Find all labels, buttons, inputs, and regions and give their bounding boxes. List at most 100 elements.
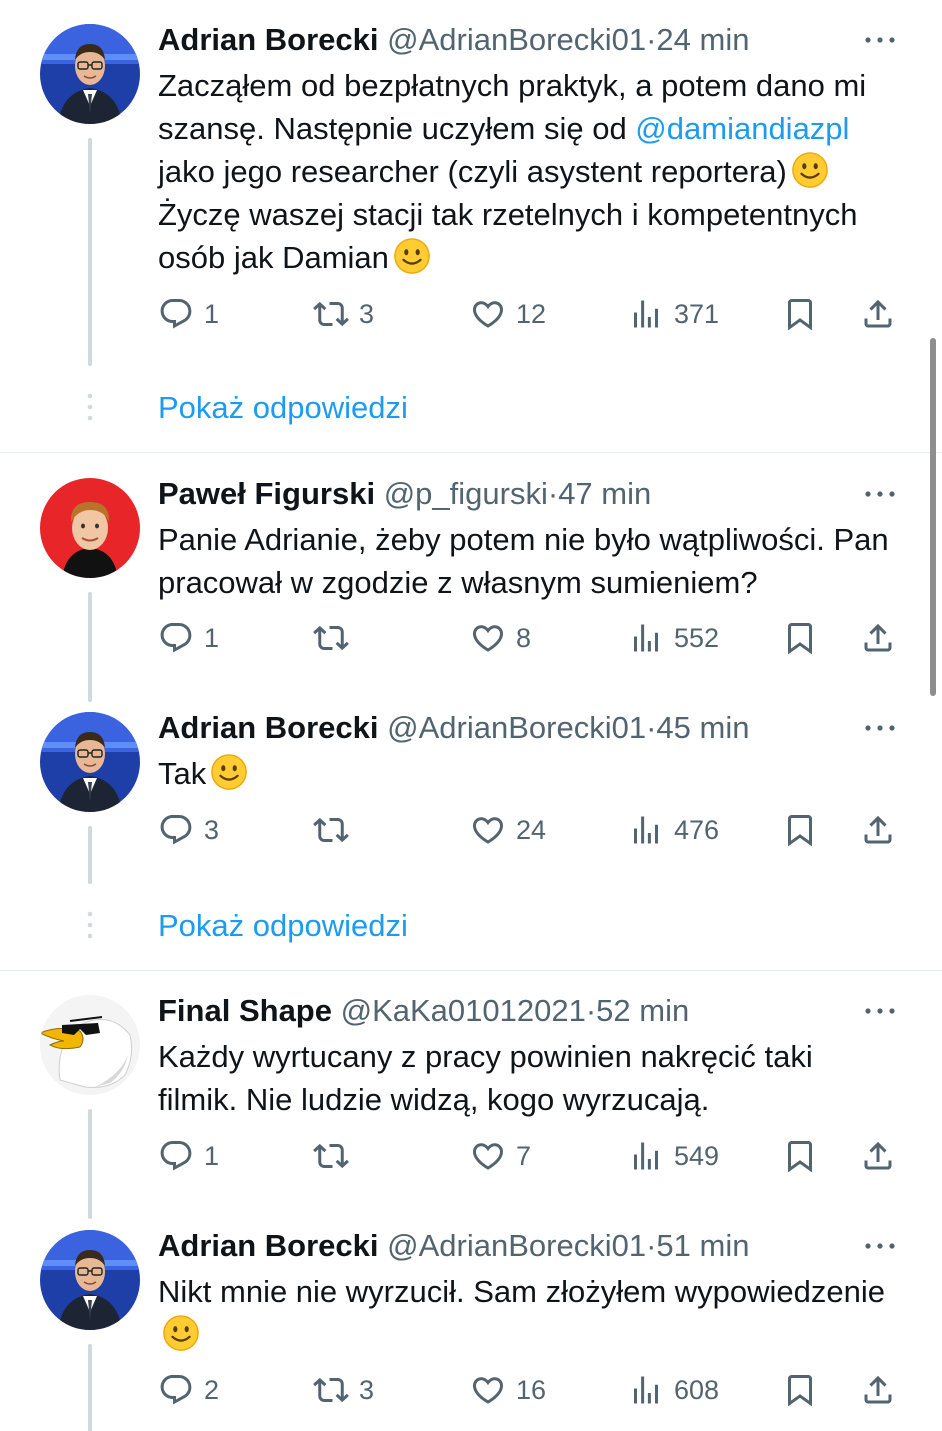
views-button[interactable]: 552 — [628, 616, 719, 660]
smile-emoji-icon — [791, 151, 829, 189]
avatar[interactable] — [40, 712, 140, 812]
display-name[interactable]: Adrian Borecki — [158, 1228, 379, 1263]
more-replies-dots-icon — [87, 911, 93, 939]
more-options-icon[interactable] — [860, 20, 900, 60]
views-chart-icon — [628, 620, 664, 656]
like-button[interactable]: 24 — [470, 808, 546, 852]
user-handle[interactable]: @AdrianBorecki01 — [387, 710, 646, 745]
like-count: 8 — [516, 622, 532, 653]
separator-dot: · — [585, 993, 597, 1028]
tweet-actions: 3 24 476 — [0, 808, 942, 852]
user-handle[interactable]: @p_figurski — [384, 476, 548, 511]
tweet-actions: 2 3 16 608 — [0, 1368, 942, 1412]
more-options-icon[interactable] — [860, 991, 900, 1031]
timestamp[interactable]: 51 min — [656, 1228, 749, 1263]
reply-icon — [158, 296, 194, 332]
like-button[interactable]: 12 — [470, 292, 546, 336]
share-button[interactable] — [860, 1134, 896, 1178]
share-icon — [860, 1372, 896, 1408]
retweet-button[interactable]: 3 — [313, 292, 374, 336]
reply-button[interactable]: 1 — [158, 1134, 219, 1178]
views-button[interactable]: 549 — [628, 1134, 719, 1178]
bookmark-button[interactable] — [782, 292, 818, 336]
views-button[interactable]: 608 — [628, 1368, 719, 1412]
like-button[interactable]: 8 — [470, 616, 531, 660]
timestamp[interactable]: 47 min — [558, 476, 651, 511]
reply-count: 2 — [204, 1374, 220, 1405]
share-button[interactable] — [860, 616, 896, 660]
avatar[interactable] — [40, 995, 140, 1095]
retweet-icon — [313, 1372, 349, 1408]
timestamp[interactable]: 52 min — [596, 993, 689, 1028]
views-button[interactable]: 371 — [628, 292, 719, 336]
smile-emoji-icon — [210, 753, 248, 791]
like-button[interactable]: 16 — [470, 1368, 546, 1412]
more-options-icon[interactable] — [860, 708, 900, 748]
reply-button[interactable]: 1 — [158, 616, 219, 660]
retweet-icon — [313, 812, 349, 848]
retweet-button[interactable] — [313, 1134, 359, 1178]
show-replies-link[interactable]: Pokaż odpowiedzi — [158, 388, 408, 428]
heart-icon — [470, 812, 506, 848]
retweet-button[interactable]: 3 — [313, 1368, 374, 1412]
views-count: 549 — [674, 1140, 720, 1171]
tweet-text: Panie Adrianie, żeby potem nie było wątp… — [158, 522, 889, 600]
show-replies-link[interactable]: Pokaż odpowiedzi — [158, 906, 408, 946]
mention-link[interactable]: @damiandiazpl — [635, 111, 849, 146]
bookmark-button[interactable] — [782, 616, 818, 660]
avatar[interactable] — [40, 478, 140, 578]
tweet-header: Adrian Borecki @AdrianBorecki01·51 min — [158, 1226, 749, 1266]
user-handle[interactable]: @AdrianBorecki01 — [387, 22, 646, 57]
views-count: 608 — [674, 1374, 720, 1405]
retweet-button[interactable] — [313, 616, 359, 660]
avatar[interactable] — [40, 24, 140, 124]
display-name[interactable]: Adrian Borecki — [158, 22, 379, 57]
tweet-text: Tak — [158, 752, 898, 795]
scrollbar[interactable] — [930, 338, 936, 696]
separator-dot: · — [646, 710, 657, 745]
views-chart-icon — [628, 1138, 664, 1174]
more-options-icon[interactable] — [860, 474, 900, 514]
views-chart-icon — [628, 1372, 664, 1408]
tweet-text: Zacząłem od bezpłatnych praktyk, a potem… — [158, 64, 898, 279]
bookmark-button[interactable] — [782, 1134, 818, 1178]
smile-emoji-icon — [393, 237, 431, 275]
tweet-header: Final Shape @KaKa01012021·52 min — [158, 991, 689, 1031]
like-count: 12 — [516, 298, 547, 329]
reply-button[interactable]: 1 — [158, 292, 219, 336]
display-name[interactable]: Final Shape — [158, 993, 332, 1028]
views-count: 476 — [674, 814, 720, 845]
reply-button[interactable]: 3 — [158, 808, 219, 852]
smile-emoji-icon — [162, 1314, 200, 1352]
more-options-icon[interactable] — [860, 1226, 900, 1266]
heart-icon — [470, 620, 506, 656]
share-button[interactable] — [860, 292, 896, 336]
like-count: 16 — [516, 1374, 547, 1405]
user-handle[interactable]: @KaKa01012021 — [341, 993, 586, 1028]
views-chart-icon — [628, 812, 664, 848]
share-button[interactable] — [860, 1368, 896, 1412]
tweet-text-part: jako jego researcher (czyli asystent rep… — [158, 154, 787, 189]
retweet-button[interactable] — [313, 808, 359, 852]
views-button[interactable]: 476 — [628, 808, 719, 852]
display-name[interactable]: Paweł Figurski — [158, 476, 375, 511]
timestamp[interactable]: 45 min — [656, 710, 749, 745]
like-button[interactable]: 7 — [470, 1134, 531, 1178]
divider — [0, 452, 942, 453]
bookmark-icon — [782, 296, 818, 332]
separator-dot: · — [646, 22, 657, 57]
bookmark-button[interactable] — [782, 1368, 818, 1412]
retweet-icon — [313, 620, 349, 656]
views-chart-icon — [628, 296, 664, 332]
timestamp[interactable]: 24 min — [656, 22, 749, 57]
bookmark-button[interactable] — [782, 808, 818, 852]
avatar[interactable] — [40, 1230, 140, 1330]
user-handle[interactable]: @AdrianBorecki01 — [387, 1228, 646, 1263]
tweet-header: Adrian Borecki @AdrianBorecki01·24 min — [158, 20, 749, 60]
heart-icon — [470, 296, 506, 332]
reply-button[interactable]: 2 — [158, 1368, 219, 1412]
separator-dot: · — [646, 1228, 657, 1263]
share-button[interactable] — [860, 808, 896, 852]
display-name[interactable]: Adrian Borecki — [158, 710, 379, 745]
reply-icon — [158, 1138, 194, 1174]
